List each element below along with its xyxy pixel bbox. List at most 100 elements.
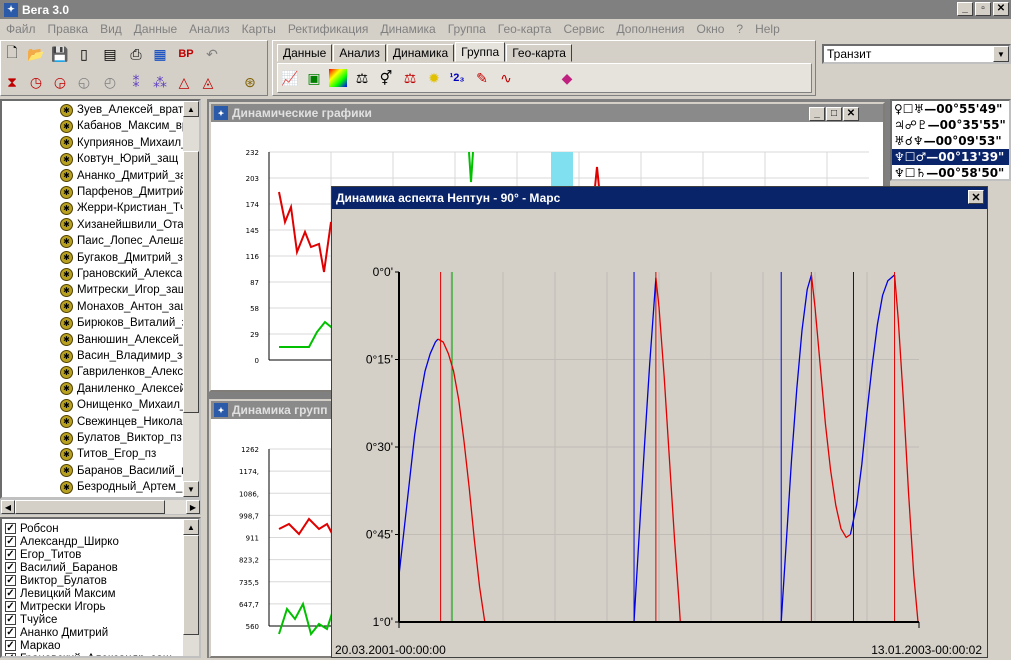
page-icon[interactable]: ▯ <box>75 45 93 63</box>
undo-icon[interactable]: ↶ <box>203 45 221 63</box>
menu-item-4[interactable]: Анализ <box>183 22 236 36</box>
clock-gray-icon[interactable]: ◵ <box>75 73 93 91</box>
tree-person-item[interactable]: ✱ Бирюков_Виталий_за <box>60 314 193 332</box>
menu-item-12[interactable]: Окно <box>691 22 731 36</box>
numbering-icon[interactable]: ¹2₃ <box>448 69 466 87</box>
menu-item-11[interactable]: Дополнения <box>611 22 691 36</box>
zodiac-wheel-icon[interactable]: ⊛ <box>241 73 259 91</box>
book-icon[interactable]: ◆ <box>558 69 576 87</box>
preview-icon[interactable]: ▦ <box>151 45 169 63</box>
checklist-item[interactable]: ✓ Митрески Игорь <box>5 600 105 613</box>
document-icon[interactable]: ▤ <box>101 45 119 63</box>
chart-a-icon[interactable]: ⁑ <box>127 73 145 91</box>
chart-b-icon[interactable]: ⁂ <box>151 73 169 91</box>
tree-person-item[interactable]: ✱ Парфенов_Дмитрий_ <box>60 183 192 201</box>
balance-red-icon[interactable]: ⚖ <box>401 69 419 87</box>
tree-person-item[interactable]: ✱ Ванюшин_Алексей_з <box>60 331 191 349</box>
scroll-thumb[interactable] <box>183 151 199 413</box>
wave-icon[interactable]: ∿ <box>497 69 515 87</box>
checkbox[interactable]: ✓ <box>5 601 16 612</box>
aspect-item[interactable]: ♆☐♂—00°13'39" <box>892 149 1009 165</box>
shapes-icon[interactable]: △ <box>175 73 193 91</box>
tree-person-item[interactable]: ✱ Булатов_Виктор_пз <box>60 429 182 447</box>
checkbox[interactable]: ✓ <box>5 627 16 638</box>
hscroll-thumb[interactable] <box>15 500 165 514</box>
checklist-item[interactable]: ✓ Виктор_Булатов <box>5 574 107 587</box>
tree-person-item[interactable]: ✱ Ананко_Дмитрий_за <box>60 167 186 185</box>
tree-person-item[interactable]: ✱ Онищенко_Михаил_з <box>60 396 192 414</box>
aspect-item[interactable]: ♅☌♆—00°09'53" <box>892 133 1009 149</box>
chart-rising-icon[interactable]: 📈 <box>281 69 299 87</box>
tree-person-item[interactable]: ✱ Паис_Лопес_Алешан <box>60 232 192 250</box>
checkbox[interactable]: ✓ <box>5 562 16 573</box>
clock-alt-icon[interactable]: ◶ <box>51 73 69 91</box>
tree-person-item[interactable]: ✱ Куприянов_Михаил_з <box>60 134 193 152</box>
checklist-item[interactable]: ✓ Грановский_Александр_защ <box>5 652 172 656</box>
new-file-icon[interactable]: 🗋 <box>3 44 21 63</box>
tree-person-item[interactable]: ✱ Свежинцев_Николай <box>60 413 189 431</box>
child-minimize-button[interactable]: _ <box>809 107 825 121</box>
tree-person-item[interactable]: ✱ Безродный_Артем_п <box>60 478 189 496</box>
tab-0[interactable]: Данные <box>277 44 333 62</box>
aspect-item[interactable]: ♀☐♅—00°55'49" <box>892 101 1009 117</box>
checkbox[interactable]: ✓ <box>5 588 16 599</box>
tab-3[interactable]: Группа <box>455 42 506 62</box>
checklist-item[interactable]: ✓ Робсон <box>5 522 59 535</box>
menu-item-2[interactable]: Вид <box>94 22 128 36</box>
aspect-item[interactable]: ♆☐♄—00°58'50" <box>892 165 1009 181</box>
tree-person-item[interactable]: ✱ Даниленко_Алексей_ <box>60 380 192 398</box>
scroll-right-icon[interactable]: ▶ <box>186 500 200 514</box>
tab-2[interactable]: Динамика <box>386 44 455 62</box>
open-folder-icon[interactable]: 📂 <box>27 45 45 63</box>
scroll-down-icon[interactable]: ▼ <box>183 481 199 497</box>
tree-person-item[interactable]: ✱ Хизанейшвили_Отар_ <box>60 216 197 234</box>
clock-icon[interactable]: ◷ <box>27 73 45 91</box>
grid-chart-icon[interactable]: ▣ <box>305 69 323 87</box>
gender-icon[interactable]: ⚥ <box>377 69 395 87</box>
checkbox[interactable]: ✓ <box>5 536 16 547</box>
checklist-item[interactable]: ✓ Егор_Титов <box>5 548 81 561</box>
menu-item-5[interactable]: Карты <box>236 22 282 36</box>
checkbox[interactable]: ✓ <box>5 614 16 625</box>
tree-person-item[interactable]: ✱ Жерри-Кристиан_Тчу <box>60 199 192 217</box>
checkbox[interactable]: ✓ <box>5 523 16 534</box>
menu-item-7[interactable]: Динамика <box>374 22 441 36</box>
menu-item-1[interactable]: Правка <box>42 22 95 36</box>
tree-person-item[interactable]: ✱ Баранов_Василий_пз <box>60 462 193 480</box>
close-button[interactable]: ✕ <box>993 2 1009 16</box>
minimize-button[interactable]: _ <box>957 2 973 16</box>
menu-item-8[interactable]: Группа <box>442 22 492 36</box>
checklist-scroll-up-icon[interactable]: ▲ <box>183 519 199 535</box>
shapes-alt-icon[interactable]: ◬ <box>199 73 217 91</box>
checklist-item[interactable]: ✓ Тчуйсе <box>5 613 57 626</box>
checkbox[interactable]: ✓ <box>5 549 16 560</box>
tree-vertical-scrollbar[interactable]: ▲ ▼ <box>183 101 199 497</box>
checkbox[interactable]: ✓ <box>5 653 16 656</box>
spectrum-icon[interactable] <box>329 69 347 87</box>
print-icon[interactable]: ⎙ <box>127 45 145 63</box>
chevron-down-icon[interactable]: ▼ <box>993 46 1009 62</box>
checklist-item[interactable]: ✓ Маркао <box>5 639 61 652</box>
dialog-close-button[interactable]: ✕ <box>968 190 984 204</box>
tree-person-item[interactable]: ✱ Митрески_Игор_защ <box>60 281 187 299</box>
checklist-item[interactable]: ✓ Александр_Ширко <box>5 535 119 548</box>
child-close-button[interactable]: ✕ <box>843 107 859 121</box>
clock-gray2-icon[interactable]: ◴ <box>101 73 119 91</box>
menu-item-9[interactable]: Гео-карта <box>492 22 558 36</box>
aspect-item[interactable]: ♃☍♇—00°35'55" <box>892 117 1009 133</box>
menu-item-3[interactable]: Данные <box>128 22 183 36</box>
checklist-item[interactable]: ✓ Левицкий Максим <box>5 587 115 600</box>
tree-horizontal-scrollbar[interactable]: ◀ ▶ <box>0 499 201 515</box>
child-maximize-button[interactable]: □ <box>826 107 842 121</box>
checklist-scrollbar[interactable]: ▲ <box>183 519 199 656</box>
hourglass-icon[interactable]: ⧗ <box>3 73 21 91</box>
checklist-scroll-thumb[interactable] <box>183 535 199 635</box>
save-icon[interactable]: 💾 <box>51 45 69 63</box>
tree-person-item[interactable]: ✱ Грановский_Александ <box>60 265 195 283</box>
scroll-left-icon[interactable]: ◀ <box>1 500 15 514</box>
tree-person-item[interactable]: ✱ Бугаков_Дмитрий_за <box>60 249 189 267</box>
checkbox[interactable]: ✓ <box>5 640 16 651</box>
menu-item-10[interactable]: Сервис <box>557 22 610 36</box>
tree-person-item[interactable]: ✱ Монахов_Антон_защ <box>60 298 190 316</box>
menu-item-0[interactable]: Файл <box>0 22 42 36</box>
